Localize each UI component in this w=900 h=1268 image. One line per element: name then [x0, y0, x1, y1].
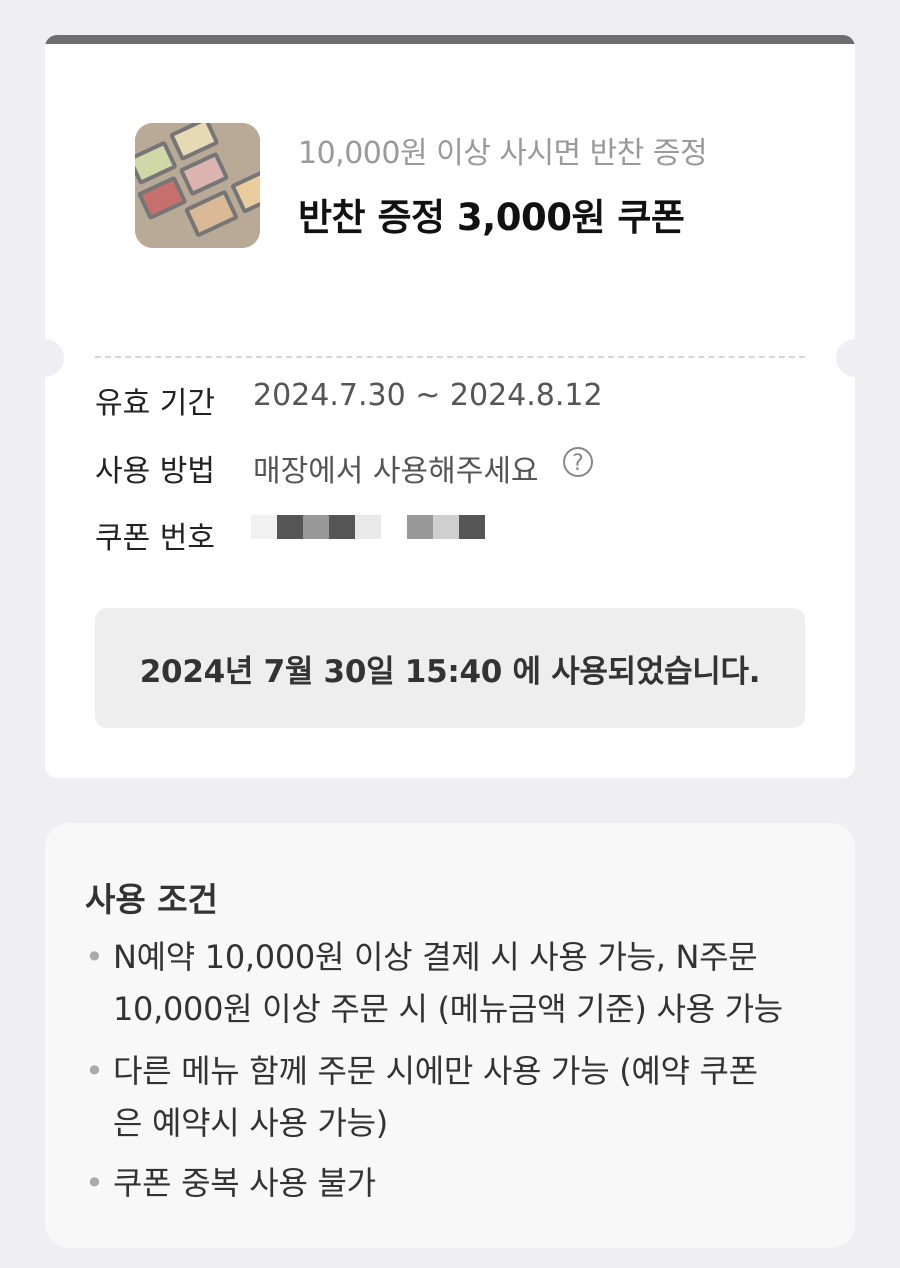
used-notice: 2024년 7월 30일 15:40 에 사용되었습니다. — [95, 608, 805, 728]
coupon-thumbnail — [135, 123, 260, 248]
bullet-icon: • — [85, 1164, 104, 1202]
bullet-icon: • — [85, 938, 104, 976]
conditions-title: 사용 조건 — [85, 880, 218, 919]
method-label: 사용 방법 — [95, 454, 215, 489]
condition-line: N예약 10,000원 이상 결제 시 사용 가능, N주문 — [113, 938, 758, 976]
side-dish-photo — [135, 123, 260, 248]
condition-line: 10,000원 이상 주문 시 (메뉴금액 기준) 사용 가능 — [113, 990, 783, 1028]
validity-value: 2024.7.30 ~ 2024.8.12 — [253, 378, 603, 413]
condition-line: 은 예약시 사용 가능) — [113, 1104, 388, 1142]
help-icon[interactable]: ? — [563, 447, 593, 477]
bullet-icon: • — [85, 1052, 104, 1090]
condition-line: 다른 메뉴 함께 주문 시에만 사용 가능 (예약 쿠폰 — [113, 1052, 758, 1090]
coupon-subtitle: 10,000원 이상 사시면 반찬 증정 — [298, 136, 708, 171]
coupon-code-row: 쿠폰 번호 — [95, 513, 695, 556]
conditions-card: 사용 조건 • N예약 10,000원 이상 결제 시 사용 가능, N주문 1… — [45, 823, 855, 1248]
ticket-notch-right — [836, 339, 855, 377]
coupon-title: 반찬 증정 3,000원 쿠폰 — [298, 196, 685, 239]
method-value: 매장에서 사용해주세요 — [253, 454, 539, 489]
ticket-divider — [95, 356, 805, 358]
coupon-code-label: 쿠폰 번호 — [95, 521, 215, 556]
coupon-card: 10,000원 이상 사시면 반찬 증정 반찬 증정 3,000원 쿠폰 유효 … — [45, 35, 855, 778]
coupon-top-bar — [45, 35, 855, 44]
validity-label: 유효 기간 — [95, 386, 215, 421]
ticket-notch-left — [45, 339, 64, 377]
condition-line: 쿠폰 중복 사용 불가 — [113, 1164, 376, 1202]
